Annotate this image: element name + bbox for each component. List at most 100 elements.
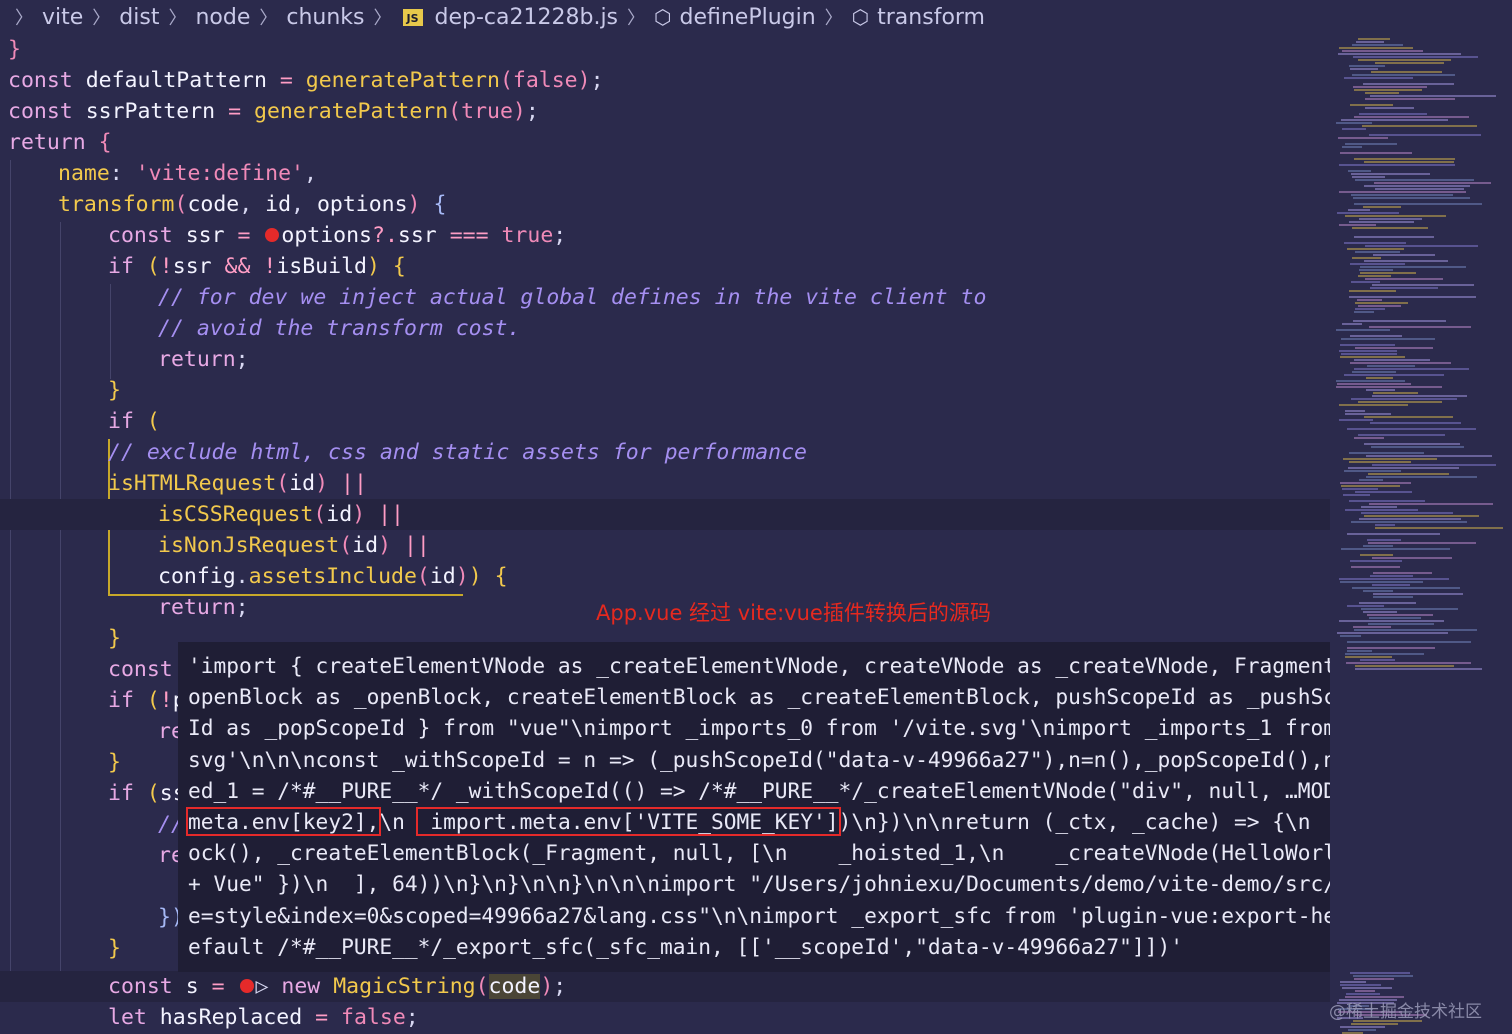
- indent-guide: [10, 160, 11, 1000]
- breakpoint-icon[interactable]: [239, 978, 254, 993]
- minimap-line: [1351, 194, 1453, 196]
- minimap-line: [1358, 59, 1451, 61]
- minimap-line: [1345, 410, 1365, 412]
- minimap-line: [1355, 491, 1412, 493]
- minimap-line: [1360, 554, 1393, 556]
- minimap-line: [1369, 326, 1471, 328]
- minimap-line: [1340, 581, 1423, 583]
- chevron-right-icon: 〉: [373, 8, 392, 29]
- minimap-line: [1369, 134, 1481, 136]
- minimap-line: [1338, 137, 1388, 139]
- minimap-line: [1340, 635, 1361, 637]
- minimap-line: [1354, 116, 1469, 118]
- breadcrumb-item-defineplugin[interactable]: definePlugin: [679, 5, 815, 30]
- tooltip-line: ock(), _createElementBlock(_Fragment, nu…: [188, 840, 1512, 866]
- breadcrumb-item-chunks[interactable]: chunks: [286, 5, 364, 30]
- minimap-line: [1360, 266, 1466, 268]
- breadcrumb-item-node[interactable]: node: [195, 5, 250, 30]
- minimap-line: [1355, 302, 1408, 304]
- minimap-line: [1354, 629, 1477, 631]
- minimap-line: [1347, 533, 1440, 535]
- minimap-line: [1344, 77, 1413, 79]
- watermark: @稀土掘金技术社区: [1329, 1002, 1482, 1022]
- tooltip-line: + Vue" })\n ], 64))\n}\n}\n\n}\n\n\nimpo…: [188, 871, 1512, 897]
- minimap-line: [1364, 260, 1448, 262]
- inline-breakpoint-icon[interactable]: ▷: [256, 974, 269, 999]
- minimap-line: [1352, 44, 1403, 46]
- minimap-line: [1359, 218, 1422, 220]
- minimap-line: [1371, 446, 1464, 448]
- minimap-line: [1360, 272, 1416, 274]
- tooltip-line-highlighted: meta.env[key2],\n import.meta.env['VITE_…: [185, 806, 1512, 836]
- minimap-line: [1366, 389, 1395, 391]
- minimap-line: [1355, 179, 1474, 181]
- minimap-line: [1350, 362, 1451, 364]
- minimap-line: [1353, 975, 1413, 977]
- minimap-line: [1373, 392, 1418, 394]
- minimap-line: [1340, 981, 1366, 983]
- minimap-line: [1350, 104, 1393, 106]
- minimap-line: [1342, 987, 1392, 989]
- minimap-line: [1336, 380, 1405, 382]
- minimap-line: [1370, 575, 1413, 577]
- breadcrumb-item-transform[interactable]: transform: [877, 5, 985, 30]
- minimap-line: [1354, 437, 1384, 439]
- minimap[interactable]: [1330, 34, 1512, 1034]
- minimap-line: [1340, 482, 1411, 484]
- minimap-line: [1339, 164, 1455, 166]
- breadcrumb-item-file[interactable]: dep-ca21228b.js: [435, 5, 619, 30]
- minimap-line: [1351, 173, 1430, 175]
- minimap-line: [1361, 512, 1453, 514]
- minimap-line: [1347, 605, 1384, 607]
- minimap-line: [1340, 984, 1381, 986]
- minimap-line: [1363, 83, 1454, 85]
- minimap-line: [1366, 476, 1477, 478]
- minimap-line: [1348, 1029, 1376, 1031]
- minimap-line: [1363, 545, 1393, 547]
- minimap-line: [1351, 398, 1457, 400]
- breadcrumb-item-vite[interactable]: vite: [42, 5, 83, 30]
- minimap-line: [1368, 623, 1434, 625]
- minimap-line: [1342, 50, 1423, 52]
- breadcrumb-item-dist[interactable]: dist: [119, 5, 159, 30]
- minimap-line: [1363, 590, 1393, 592]
- minimap-line: [1354, 236, 1434, 238]
- minimap-line: [1356, 41, 1384, 43]
- minimap-line: [1345, 413, 1391, 415]
- chevron-right-icon: 〉: [824, 8, 843, 29]
- minimap-line: [1355, 665, 1454, 667]
- minimap-line: [1355, 251, 1400, 253]
- chevron-right-icon: 〉: [15, 8, 33, 29]
- minimap-line: [1339, 578, 1449, 580]
- minimap-line: [1358, 275, 1391, 277]
- code-line: return {: [8, 130, 112, 155]
- indent-guide: [60, 222, 61, 992]
- minimap-line: [1370, 95, 1496, 97]
- minimap-line: [1350, 263, 1405, 265]
- minimap-line: [1349, 290, 1396, 292]
- minimap-line: [1340, 356, 1405, 358]
- minimap-line: [1355, 668, 1482, 670]
- code-line-current: const s = ▷ new MagicString(code);: [0, 971, 1330, 1002]
- minimap-line: [1336, 329, 1390, 331]
- minimap-line: [1365, 245, 1478, 247]
- breakpoint-icon[interactable]: [265, 227, 280, 242]
- minimap-line: [1365, 107, 1414, 109]
- minimap-line: [1366, 377, 1393, 379]
- minimap-line: [1348, 467, 1459, 469]
- minimap-line: [1374, 182, 1491, 184]
- minimap-line: [1354, 368, 1469, 370]
- minimap-line: [1349, 65, 1385, 67]
- symbol-method-icon: ⬡: [654, 5, 672, 29]
- minimap-line: [1372, 284, 1474, 286]
- tooltip-line: Id as _popScopeId } from "vue"\nimport _…: [188, 715, 1512, 741]
- minimap-line: [1372, 557, 1452, 559]
- minimap-line: [1348, 209, 1370, 211]
- chevron-right-icon: 〉: [259, 8, 278, 29]
- js-file-icon: JS: [402, 8, 423, 26]
- minimap-line: [1361, 608, 1458, 610]
- code-line: transform(code, id, options) {: [58, 192, 447, 217]
- minimap-line: [1353, 56, 1478, 58]
- hover-tooltip[interactable]: 'import { createElementVNode as _createE…: [178, 642, 1512, 972]
- minimap-line: [1354, 89, 1422, 91]
